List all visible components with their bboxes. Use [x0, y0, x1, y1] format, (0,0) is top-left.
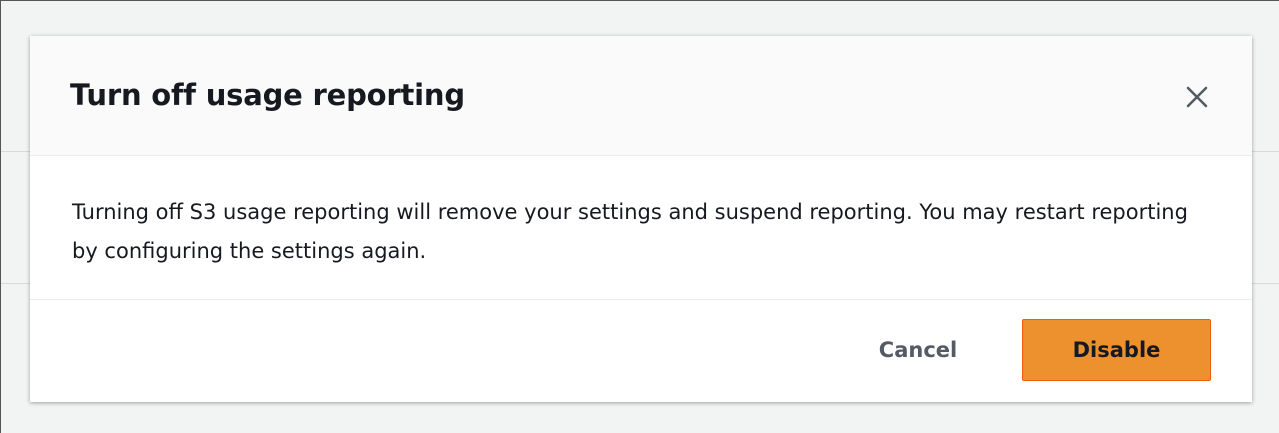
cancel-button[interactable]: Cancel	[838, 319, 998, 381]
dialog-message: Turning off S3 usage reporting will remo…	[72, 200, 1188, 263]
dialog-footer: Cancel Disable	[30, 300, 1252, 402]
close-button[interactable]	[1180, 80, 1214, 114]
dialog-title: Turn off usage reporting	[70, 78, 465, 112]
dialog-header: Turn off usage reporting	[30, 36, 1252, 156]
close-icon	[1180, 80, 1214, 114]
disable-button[interactable]: Disable	[1022, 319, 1211, 381]
dialog-body: Turning off S3 usage reporting will remo…	[30, 156, 1252, 300]
confirmation-dialog: Turn off usage reporting Turning off S3 …	[30, 36, 1252, 402]
